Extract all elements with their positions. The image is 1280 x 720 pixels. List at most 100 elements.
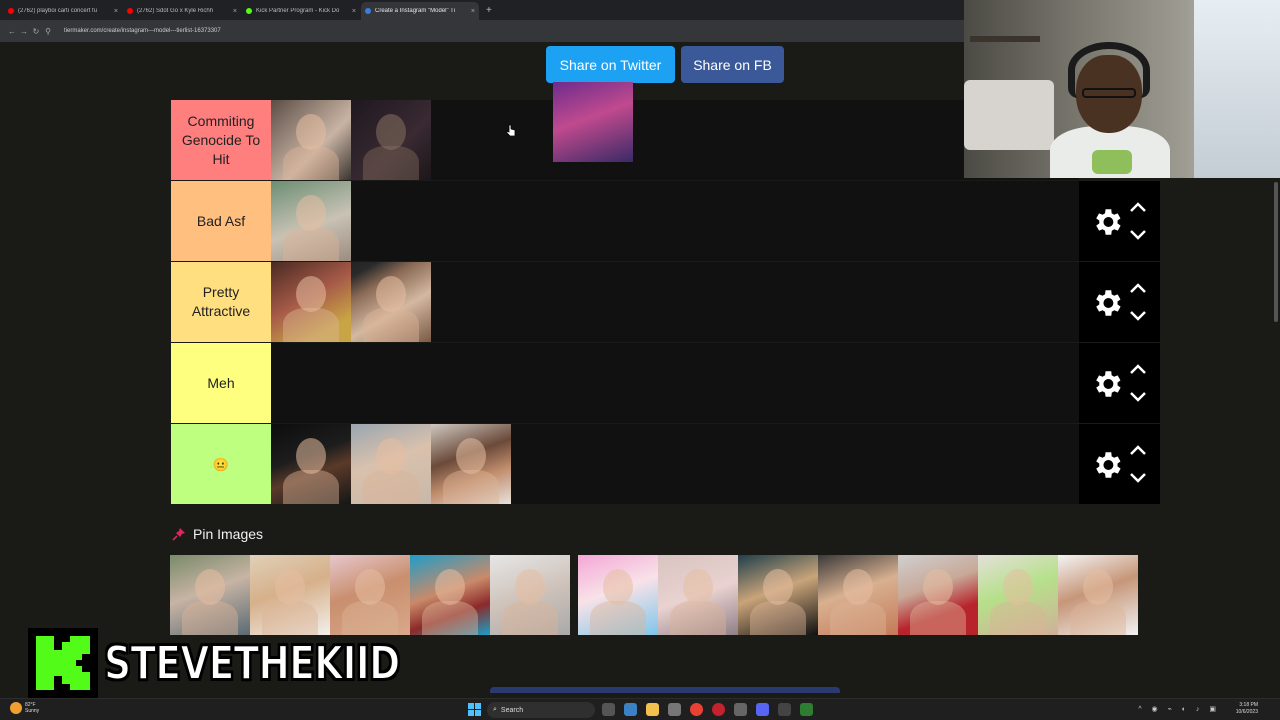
tier-items [271,100,431,180]
tier-label[interactable]: Bad Asf [171,181,271,261]
tier-items [271,424,511,504]
pool-image[interactable] [818,555,898,635]
pool-image[interactable] [898,555,978,635]
pool-image[interactable] [410,555,490,635]
tier-image[interactable] [271,100,351,180]
tier-controls [1079,424,1160,504]
close-icon[interactable]: × [352,8,356,15]
pool-image[interactable] [738,555,818,635]
pool-image[interactable] [978,555,1058,635]
tier-label[interactable]: Pretty Attractive [171,262,271,342]
close-icon[interactable]: × [233,8,237,15]
chevron-down-icon[interactable] [1128,227,1148,243]
tiermaker-icon [365,8,371,14]
pool-image[interactable] [330,555,410,635]
task-view-icon[interactable] [602,703,615,716]
chevron-up-icon[interactable] [1128,280,1148,296]
image-pool [170,555,1138,635]
chevron-up-icon[interactable] [1128,442,1148,458]
chevron-down-icon[interactable] [1128,389,1148,405]
tier-image[interactable] [271,181,351,261]
site-info-icon[interactable]: ⚲ [42,27,54,36]
tab-title: Create a Instagram "Model" Ti [375,8,455,14]
file-explorer-icon[interactable] [646,703,659,716]
obs-icon[interactable] [778,703,791,716]
scrollbar[interactable] [1274,182,1278,322]
windows-start-icon[interactable] [468,703,481,716]
pool-image[interactable] [1058,555,1138,635]
kick-icon [246,8,252,14]
tier-image[interactable] [351,424,431,504]
glasses-icon [1082,88,1136,98]
tier-image[interactable] [271,262,351,342]
search-icon: ⌕ [493,706,497,713]
opera-icon[interactable] [712,703,725,716]
tier-items [271,181,351,261]
pool-image[interactable] [250,555,330,635]
taskbar-clock[interactable]: 3:18 PM 10/6/2023 [1236,702,1258,716]
settings-app-icon[interactable] [734,703,747,716]
browser-tab[interactable]: Kick Partner Program - Kick Do × [242,2,360,20]
gear-icon[interactable] [1090,286,1124,320]
tier-label[interactable]: 😐 [171,424,271,504]
pool-image[interactable] [578,555,658,635]
taskbar-search[interactable]: ⌕ Search [487,702,595,718]
share-facebook-button[interactable]: Share on FB [681,46,784,83]
sun-icon [10,702,22,714]
tier-items [271,262,431,342]
browser-tab[interactable]: (2762) Sdot Go x Kyle Richh × [123,2,241,20]
chevron-down-icon[interactable] [1128,308,1148,324]
gear-icon[interactable] [1090,448,1124,482]
gear-icon[interactable] [1090,205,1124,239]
webcam-shelf [970,36,1040,42]
pool-image[interactable] [490,555,570,635]
store-icon[interactable] [668,703,681,716]
reload-icon[interactable]: ↻ [30,27,42,36]
tier-row: Pretty Attractive [171,262,1079,342]
tab-title: (2762) playboi carti concert fu [18,8,98,14]
pin-images-header: Pin Images [172,526,263,542]
clock-date: 10/6/2023 [1235,709,1258,715]
pool-image[interactable] [170,555,250,635]
tier-label[interactable]: Commiting Genocide To Hit [171,100,271,180]
forward-icon[interactable]: → [18,27,30,36]
gear-icon[interactable] [1090,367,1124,401]
save-bar[interactable] [490,687,840,693]
close-icon[interactable]: × [114,8,118,15]
url-field[interactable]: tiermaker.com/create/instagram---model--… [64,28,221,34]
back-icon[interactable]: ← [6,27,18,36]
chevron-up-icon[interactable] [1128,361,1148,377]
new-tab-button[interactable]: + [480,2,498,20]
youtube-icon [8,8,14,14]
weather-widget[interactable]: 82°F Sunny [10,702,39,714]
tier-controls [1079,343,1160,423]
app-icon[interactable] [800,703,813,716]
chevron-up-icon[interactable] [1128,199,1148,215]
pool-image[interactable] [658,555,738,635]
system-tray[interactable]: ^ ◉ ⌁ ◐ ♪ ▣ [1138,705,1220,713]
windows-taskbar: 82°F Sunny ⌕ Search ^ ◉ ⌁ ◐ ♪ ▣ 3:18 PM … [0,698,1280,720]
browser-tab-active[interactable]: Create a Instagram "Model" Ti × [361,2,479,20]
youtube-icon [127,8,133,14]
webcam-bed [964,80,1054,150]
share-twitter-button[interactable]: Share on Twitter [546,46,675,83]
clock-time: 3:18 PM [1239,702,1258,708]
hand-cursor-icon [506,124,516,136]
pin-icon[interactable] [172,527,186,541]
tier-row: Bad Asf [171,181,1079,261]
weather-desc: Sunny [25,708,40,714]
tier-image[interactable] [431,424,511,504]
tier-image[interactable] [271,424,351,504]
browser-tab[interactable]: (2762) playboi carti concert fu × [4,2,122,20]
dragged-image[interactable] [553,82,633,162]
tier-label[interactable]: Meh [171,343,271,423]
chrome-icon[interactable] [690,703,703,716]
chevron-down-icon[interactable] [1128,470,1148,486]
copilot-icon[interactable] [624,703,637,716]
streamer-brand: STEVETHEKIID [28,628,464,698]
close-icon[interactable]: × [471,8,475,15]
tier-image[interactable] [351,262,431,342]
kick-logo-icon [28,628,98,698]
discord-icon[interactable] [756,703,769,716]
tab-title: (2762) Sdot Go x Kyle Richh [137,8,214,14]
